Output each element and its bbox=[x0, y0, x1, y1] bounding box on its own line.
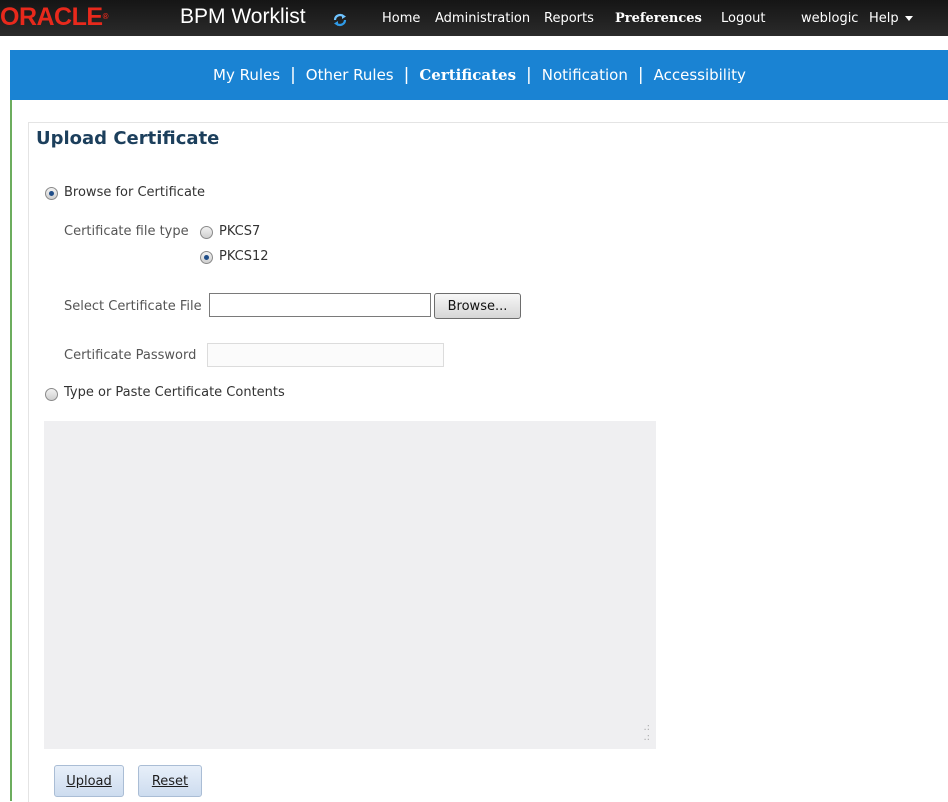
upload-button[interactable]: Upload bbox=[54, 765, 124, 797]
password-label: Certificate Password bbox=[64, 348, 197, 363]
nav-reports[interactable]: Reports bbox=[544, 11, 594, 26]
app-title: BPM Worklist bbox=[180, 5, 306, 28]
left-edge-border bbox=[10, 100, 12, 801]
page-title: Upload Certificate bbox=[36, 128, 220, 149]
paste-option-label: Type or Paste Certificate Contents bbox=[64, 385, 285, 400]
certificate-contents-textarea[interactable]: .:.: bbox=[44, 421, 656, 749]
subnav-separator: | bbox=[290, 65, 296, 85]
user-name[interactable]: weblogic bbox=[801, 11, 858, 26]
refresh-icon[interactable] bbox=[332, 12, 348, 28]
certificate-password-input[interactable] bbox=[207, 343, 444, 367]
select-file-label: Select Certificate File bbox=[64, 299, 202, 314]
top-nav-logout-wrap: Logout bbox=[721, 0, 766, 36]
pkcs12-label: PKCS12 bbox=[219, 249, 269, 264]
browse-option-radio[interactable] bbox=[45, 187, 58, 200]
chevron-down-icon bbox=[904, 15, 913, 21]
help-menu[interactable]: Help bbox=[869, 11, 913, 26]
subnav-notification[interactable]: Notification bbox=[542, 66, 628, 84]
paste-option-radio[interactable] bbox=[45, 388, 58, 401]
help-label: Help bbox=[869, 10, 899, 26]
top-nav-help-wrap: Help bbox=[869, 0, 913, 36]
reset-button-label: Reset bbox=[151, 773, 189, 789]
top-nav-admin-wrap: Administration bbox=[435, 0, 530, 36]
pkcs7-radio[interactable] bbox=[200, 226, 213, 239]
top-nav-preferences-wrap: Preferences bbox=[615, 0, 702, 36]
upload-button-label: Upload bbox=[66, 773, 112, 789]
browse-button[interactable]: Browse... bbox=[434, 293, 521, 319]
nav-administration[interactable]: Administration bbox=[435, 11, 530, 26]
subnav-my-rules[interactable]: My Rules bbox=[213, 66, 280, 84]
top-nav-user-wrap: weblogic bbox=[801, 0, 858, 36]
preferences-subnav: My Rules | Other Rules | Certificates | … bbox=[213, 50, 746, 100]
certificate-file-input[interactable] bbox=[209, 293, 431, 317]
top-nav-reports-wrap: Reports bbox=[544, 0, 594, 36]
subnav-accessibility[interactable]: Accessibility bbox=[654, 66, 746, 84]
subnav-separator: | bbox=[637, 65, 644, 85]
file-type-label: Certificate file type bbox=[64, 224, 189, 239]
oracle-logo: ORACLE® bbox=[0, 3, 109, 31]
reset-button[interactable]: Reset bbox=[138, 765, 202, 797]
pkcs12-radio[interactable] bbox=[200, 251, 213, 264]
subnav-certificates[interactable]: Certificates bbox=[419, 66, 516, 84]
nav-preferences[interactable]: Preferences bbox=[615, 11, 702, 26]
subnav-separator: | bbox=[403, 65, 410, 85]
preferences-subnav-bar: My Rules | Other Rules | Certificates | … bbox=[10, 50, 948, 100]
subnav-other-rules[interactable]: Other Rules bbox=[306, 66, 394, 84]
nav-logout[interactable]: Logout bbox=[721, 11, 766, 26]
nav-home[interactable]: Home bbox=[382, 11, 420, 26]
subnav-separator: | bbox=[526, 65, 532, 85]
top-header: ORACLE® BPM Worklist Home Administration… bbox=[0, 0, 948, 36]
browse-option-label: Browse for Certificate bbox=[64, 185, 206, 200]
top-nav: Home bbox=[382, 0, 420, 36]
resize-grip-icon[interactable]: .:.: bbox=[643, 723, 650, 743]
pkcs7-label: PKCS7 bbox=[219, 224, 261, 239]
